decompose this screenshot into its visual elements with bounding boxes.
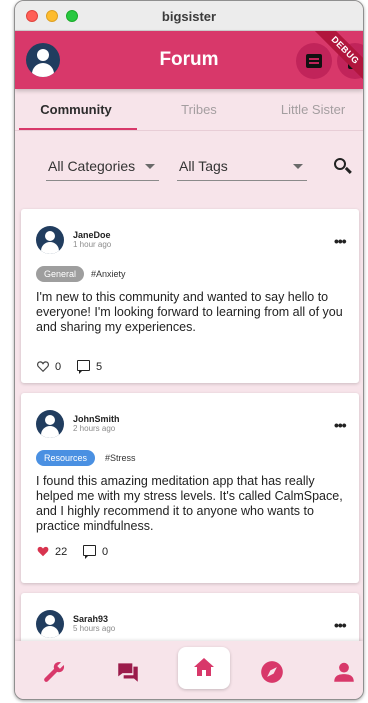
author-avatar[interactable] [36,226,64,254]
compass-icon[interactable] [259,659,285,685]
comment-icon[interactable] [77,360,90,374]
chat-icon [306,54,322,68]
home-icon [194,658,214,676]
heart-outline-icon[interactable] [36,359,50,373]
caret-down-icon [293,164,303,169]
search-button[interactable] [332,157,354,179]
messages-button[interactable] [296,43,332,79]
post-feed[interactable]: JaneDoe 1 hour ago ••• General #Anxiety … [15,197,363,641]
more-options-icon[interactable]: ••• [334,617,347,633]
comment-count: 0 [102,546,109,558]
comment-count: 5 [96,361,103,373]
post-tag[interactable]: #Stress [105,453,136,463]
more-options-icon[interactable]: ••• [334,233,347,249]
tab-tribes[interactable]: Tribes [137,102,261,117]
wrench-icon[interactable] [41,659,67,685]
author-avatar[interactable] [36,410,64,438]
like-count: 0 [55,361,62,373]
tags-dropdown-label: All Tags [179,158,228,174]
post-tag[interactable]: #Anxiety [91,269,126,279]
app-bar: Forum DEBUG [15,31,363,89]
post-author[interactable]: JaneDoe [73,230,111,240]
post-time: 2 hours ago [73,424,116,433]
more-options-icon[interactable]: ••• [334,417,347,433]
home-tab-button[interactable] [178,647,230,689]
post-card[interactable]: JaneDoe 1 hour ago ••• General #Anxiety … [21,209,359,383]
post-author[interactable]: Sarah93 [73,614,108,624]
forum-tabs: Community Tribes Little Sister [15,89,363,131]
category-dropdown-label: All Categories [48,158,136,174]
tags-dropdown[interactable]: All Tags [177,149,307,181]
post-author[interactable]: JohnSmith [73,414,120,424]
heart-filled-icon[interactable] [36,544,50,558]
post-content: I'm new to this community and wanted to … [36,290,343,334]
category-dropdown[interactable]: All Categories [46,149,159,181]
app-window: bigsister Forum DEBUG Community Tribes L… [14,0,364,700]
post-content: I found this amazing meditation app that… [36,474,343,533]
category-chip[interactable]: General [36,266,85,282]
post-time: 5 hours ago [73,624,116,633]
chat-icon[interactable] [115,659,141,685]
post-time: 1 hour ago [73,240,112,249]
bottom-navigation [15,641,363,699]
post-card[interactable]: Sarah93 5 hours ago ••• [21,593,359,641]
filter-bar: All Categories All Tags [15,141,363,191]
post-card[interactable]: JohnSmith 2 hours ago ••• Resources #Str… [21,393,359,583]
comment-icon[interactable] [83,545,96,559]
title-bar: bigsister [15,1,363,31]
window-title: bigsister [161,9,217,24]
tab-little-sister[interactable]: Little Sister [261,102,363,117]
tab-community[interactable]: Community [15,102,137,117]
category-chip[interactable]: Resources [36,450,96,466]
like-count: 22 [55,546,68,558]
person-icon[interactable] [331,659,357,685]
caret-down-icon [145,164,155,169]
tabs-divider [15,130,363,131]
author-avatar[interactable] [36,610,64,638]
